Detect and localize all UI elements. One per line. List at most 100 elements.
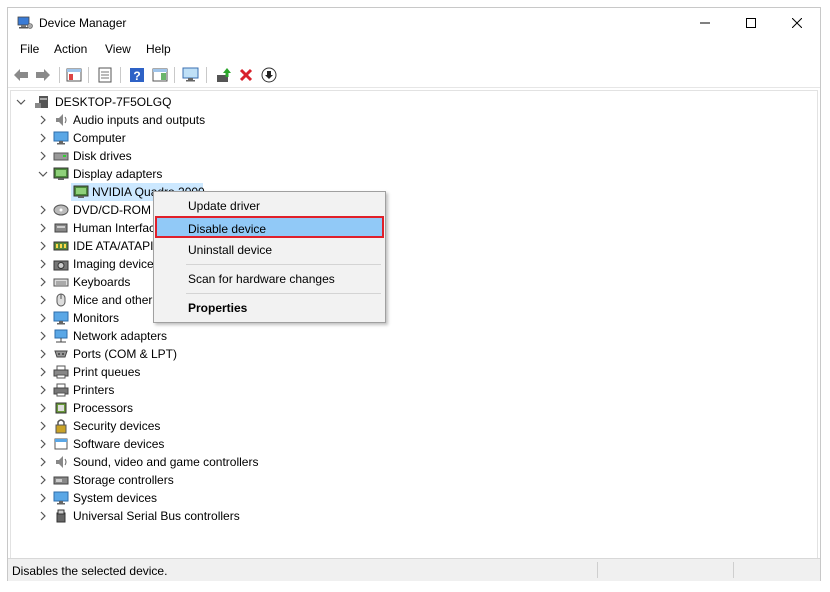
- chevron-right-icon[interactable]: [38, 457, 48, 467]
- menu-item-update-driver[interactable]: Update driver: [156, 194, 383, 216]
- chevron-down-icon[interactable]: [16, 97, 26, 107]
- tree-category[interactable]: Monitors: [11, 309, 811, 327]
- menu-file[interactable]: File: [20, 42, 39, 56]
- chevron-right-icon[interactable]: [38, 385, 48, 395]
- update-driver-icon: [216, 67, 232, 83]
- scan-hardware-button[interactable]: [182, 66, 200, 84]
- menu-bar: File Action View Help: [8, 40, 820, 60]
- port-icon: [53, 346, 69, 362]
- tree-category[interactable]: Disk drives: [11, 147, 811, 165]
- toolbar: ?: [8, 63, 820, 88]
- menu-item-properties[interactable]: Properties: [156, 296, 383, 318]
- chevron-right-icon[interactable]: [38, 205, 48, 215]
- menu-item-disable-device[interactable]: Disable device: [155, 216, 384, 238]
- uninstall-button[interactable]: [237, 66, 255, 84]
- tree-category[interactable]: Storage controllers: [11, 471, 811, 489]
- action-pane-button[interactable]: [151, 66, 169, 84]
- chevron-right-icon[interactable]: [38, 403, 48, 413]
- console-tree-icon: [66, 68, 82, 82]
- tree-category[interactable]: Processors: [11, 399, 811, 417]
- chevron-right-icon[interactable]: [38, 367, 48, 377]
- tree-category[interactable]: Printers: [11, 381, 811, 399]
- chevron-right-icon[interactable]: [38, 151, 48, 161]
- chevron-right-icon[interactable]: [38, 259, 48, 269]
- properties-button[interactable]: [96, 66, 114, 84]
- tree-category-label: Processors: [73, 401, 133, 415]
- svg-text:?: ?: [133, 69, 140, 83]
- tree-category[interactable]: Human Interface Devices: [11, 219, 811, 237]
- forward-arrow-icon: [35, 68, 51, 82]
- sound-icon: [53, 454, 69, 470]
- tree-category[interactable]: Print queues: [11, 363, 811, 381]
- tree-root-label: DESKTOP-7F5OLGQ: [55, 95, 171, 109]
- chevron-right-icon[interactable]: [38, 223, 48, 233]
- printer-icon: [53, 364, 69, 380]
- close-button[interactable]: [774, 8, 820, 38]
- tree-category[interactable]: IDE ATA/ATAPI controllers: [11, 237, 811, 255]
- tree-category[interactable]: DVD/CD-ROM drives: [11, 201, 811, 219]
- disable-button[interactable]: [260, 66, 278, 84]
- help-button[interactable]: ?: [128, 66, 146, 84]
- chevron-right-icon[interactable]: [38, 277, 48, 287]
- mouse-icon: [53, 292, 69, 308]
- tree-category[interactable]: Display adapters: [11, 165, 811, 183]
- maximize-button[interactable]: [728, 8, 774, 38]
- menu-item-uninstall-device[interactable]: Uninstall device: [156, 238, 383, 260]
- chevron-right-icon[interactable]: [38, 115, 48, 125]
- update-driver-button[interactable]: [215, 66, 233, 84]
- tree-category-label: Display adapters: [73, 167, 162, 181]
- chevron-right-icon[interactable]: [38, 295, 48, 305]
- tree-device-selected[interactable]: NVIDIA Quadro 2000: [11, 183, 811, 201]
- tree-category-label: Computer: [73, 131, 126, 145]
- tree-category-label: Disk drives: [73, 149, 132, 163]
- chevron-right-icon[interactable]: [38, 439, 48, 449]
- chevron-right-icon[interactable]: [38, 349, 48, 359]
- tree-category[interactable]: Universal Serial Bus controllers: [11, 507, 811, 525]
- tree-category[interactable]: Security devices: [11, 417, 811, 435]
- minimize-icon: [700, 18, 710, 28]
- minimize-button[interactable]: [682, 8, 728, 38]
- computer-icon: [34, 94, 50, 110]
- chevron-down-icon[interactable]: [38, 169, 48, 179]
- tree-category[interactable]: System devices: [11, 489, 811, 507]
- back-button[interactable]: [12, 66, 30, 84]
- device-manager-icon: [17, 16, 33, 30]
- toolbar-separator: [120, 67, 121, 83]
- menu-help[interactable]: Help: [146, 42, 171, 56]
- tree-category[interactable]: Sound, video and game controllers: [11, 453, 811, 471]
- chevron-right-icon[interactable]: [38, 133, 48, 143]
- back-arrow-icon: [13, 68, 29, 82]
- menu-separator: [186, 293, 381, 294]
- chevron-right-icon[interactable]: [38, 313, 48, 323]
- tree-category[interactable]: Keyboards: [11, 273, 811, 291]
- chevron-right-icon[interactable]: [38, 511, 48, 521]
- chevron-right-icon[interactable]: [38, 241, 48, 251]
- tree-root[interactable]: DESKTOP-7F5OLGQ: [11, 93, 811, 111]
- chevron-right-icon[interactable]: [38, 421, 48, 431]
- forward-button[interactable]: [34, 66, 52, 84]
- toolbar-separator: [206, 67, 207, 83]
- status-text: Disables the selected device.: [12, 564, 167, 578]
- menu-item-scan-hardware[interactable]: Scan for hardware changes: [156, 267, 383, 289]
- chevron-right-icon[interactable]: [38, 331, 48, 341]
- tree-category[interactable]: Software devices: [11, 435, 811, 453]
- status-divider: [733, 562, 734, 578]
- tree-category[interactable]: Computer: [11, 129, 811, 147]
- tree-category[interactable]: Ports (COM & LPT): [11, 345, 811, 363]
- chevron-right-icon[interactable]: [38, 475, 48, 485]
- show-hide-console-tree-button[interactable]: [65, 66, 83, 84]
- menu-action[interactable]: Action: [54, 42, 87, 56]
- tree-category[interactable]: Network adapters: [11, 327, 811, 345]
- tree-category[interactable]: Imaging devices: [11, 255, 811, 273]
- tree-category[interactable]: Mice and other pointing devices: [11, 291, 811, 309]
- network-icon: [53, 328, 69, 344]
- storage-icon: [53, 472, 69, 488]
- chevron-right-icon[interactable]: [38, 493, 48, 503]
- tree-category-label: Network adapters: [73, 329, 167, 343]
- tree-category[interactable]: Audio inputs and outputs: [11, 111, 811, 129]
- usb-icon: [53, 508, 69, 524]
- menu-view[interactable]: View: [105, 42, 131, 56]
- menu-item-label: Disable device: [188, 222, 266, 236]
- monitor-icon: [182, 67, 200, 83]
- tree-category-label: System devices: [73, 491, 157, 505]
